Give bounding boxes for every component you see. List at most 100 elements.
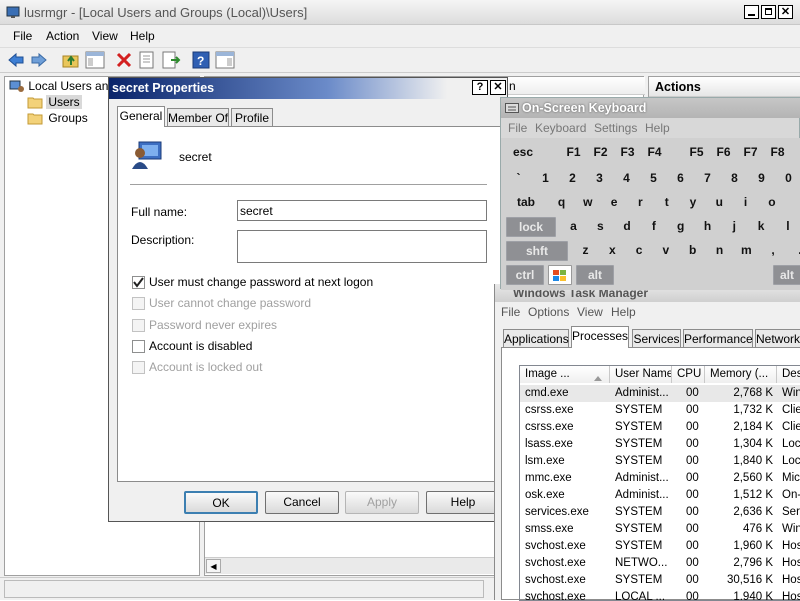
- table-row[interactable]: lsass.exe SYSTEM 00 1,304 K Loca: [520, 436, 800, 453]
- key-k[interactable]: k: [748, 217, 774, 237]
- full-name-field[interactable]: secret: [237, 200, 487, 221]
- key-n[interactable]: n: [707, 241, 732, 261]
- key-f1[interactable]: F1: [561, 143, 586, 163]
- must-change-password-label[interactable]: User must change password at next logon: [149, 275, 373, 289]
- taskmgr-menu-options[interactable]: Options: [528, 305, 569, 319]
- key-comma[interactable]: ,: [760, 241, 786, 261]
- password-never-expires-checkbox[interactable]: [132, 319, 145, 332]
- menu-file[interactable]: File: [13, 29, 32, 43]
- dialog-help-button[interactable]: ?: [472, 80, 488, 95]
- tree-item-groups[interactable]: Groups: [27, 111, 90, 125]
- key-o[interactable]: o: [759, 193, 785, 213]
- key-f7[interactable]: F7: [738, 143, 763, 163]
- osk-menu-file[interactable]: File: [508, 121, 527, 135]
- key-c[interactable]: c: [626, 241, 652, 261]
- key-alt-right[interactable]: alt: [773, 265, 800, 285]
- key-j[interactable]: j: [721, 217, 747, 237]
- up-folder-icon[interactable]: [62, 52, 80, 71]
- tab-general[interactable]: General: [117, 106, 165, 127]
- table-row[interactable]: svchost.exe SYSTEM 00 30,516 K Hos: [520, 572, 800, 589]
- dialog-close-button[interactable]: ✕: [490, 80, 506, 95]
- description-field[interactable]: [237, 230, 487, 263]
- apply-button[interactable]: Apply: [345, 491, 419, 514]
- forward-arrow-icon[interactable]: [30, 52, 48, 71]
- taskmgr-menu-help[interactable]: Help: [611, 305, 636, 319]
- osk-menu-help[interactable]: Help: [645, 121, 670, 135]
- taskmgr-menu-view[interactable]: View: [577, 305, 603, 319]
- key-r[interactable]: r: [627, 193, 653, 213]
- key-digit-5[interactable]: 5: [641, 169, 666, 189]
- key-digit-4[interactable]: 4: [614, 169, 639, 189]
- delete-icon[interactable]: [115, 52, 133, 71]
- taskmgr-tab-processes[interactable]: Processes: [571, 326, 629, 348]
- key-digit-6[interactable]: 6: [668, 169, 693, 189]
- table-row[interactable]: svchost.exe LOCAL ... 00 1,940 K Hos: [520, 589, 800, 600]
- key-digit-8[interactable]: 8: [722, 169, 747, 189]
- account-locked-out-label[interactable]: Account is locked out: [149, 360, 262, 374]
- key-tab[interactable]: tab: [506, 193, 546, 213]
- close-button[interactable]: ✕: [778, 5, 793, 19]
- cancel-button[interactable]: Cancel: [265, 491, 339, 514]
- key-shift[interactable]: shft: [506, 241, 568, 261]
- key-d[interactable]: d: [614, 217, 640, 237]
- help-icon[interactable]: ?: [192, 51, 210, 72]
- back-arrow-icon[interactable]: [7, 52, 25, 71]
- taskmgr-tab-performance[interactable]: Performance: [683, 329, 753, 348]
- taskmgr-tab-services[interactable]: Services: [632, 329, 681, 348]
- key-f8[interactable]: F8: [765, 143, 790, 163]
- account-disabled-label[interactable]: Account is disabled: [149, 339, 252, 353]
- key-s[interactable]: s: [587, 217, 613, 237]
- key-q[interactable]: q: [549, 193, 574, 213]
- key-ctrl[interactable]: ctrl: [506, 265, 544, 285]
- key-i[interactable]: i: [733, 193, 759, 213]
- key-a[interactable]: a: [561, 217, 586, 237]
- osk-menu-keyboard[interactable]: Keyboard: [535, 121, 586, 135]
- key-digit-7[interactable]: 7: [695, 169, 720, 189]
- table-row[interactable]: cmd.exe Administ... 00 2,768 K Win: [520, 385, 800, 402]
- key-h[interactable]: h: [695, 217, 720, 237]
- menu-help[interactable]: Help: [130, 29, 155, 43]
- scroll-left-icon[interactable]: ◀: [206, 559, 221, 573]
- key-caps-lock[interactable]: lock: [506, 217, 556, 237]
- key-e[interactable]: e: [601, 193, 627, 213]
- tab-profile[interactable]: Profile: [231, 108, 273, 127]
- account-locked-out-checkbox[interactable]: [132, 361, 145, 374]
- key-f3[interactable]: F3: [615, 143, 640, 163]
- export-list-icon[interactable]: [161, 51, 181, 72]
- key-digit-1[interactable]: 1: [533, 169, 558, 189]
- col-memory[interactable]: Memory (...: [705, 366, 777, 383]
- key-f2[interactable]: F2: [588, 143, 613, 163]
- key-backtick[interactable]: `: [506, 169, 531, 189]
- key-y[interactable]: y: [680, 193, 706, 213]
- tree-item-users[interactable]: Users: [27, 95, 82, 109]
- key-f5[interactable]: F5: [684, 143, 709, 163]
- key-m[interactable]: m: [733, 241, 759, 261]
- tab-member-of[interactable]: Member Of: [167, 108, 229, 127]
- table-row[interactable]: csrss.exe SYSTEM 00 1,732 K Clie: [520, 402, 800, 419]
- key-digit-0[interactable]: 0: [776, 169, 800, 189]
- table-row[interactable]: osk.exe Administ... 00 1,512 K On-: [520, 487, 800, 504]
- list-column-header[interactable]: n: [505, 77, 645, 95]
- osk-menu-settings[interactable]: Settings: [594, 121, 637, 135]
- key-f4[interactable]: F4: [642, 143, 667, 163]
- account-disabled-checkbox[interactable]: [132, 340, 145, 353]
- key-w[interactable]: w: [575, 193, 601, 213]
- key-f6[interactable]: F6: [711, 143, 736, 163]
- col-description[interactable]: Desc: [777, 366, 800, 383]
- properties-icon[interactable]: [138, 51, 156, 72]
- taskmgr-tab-applications[interactable]: Applications: [503, 329, 569, 348]
- col-user-name[interactable]: User Name: [610, 366, 672, 383]
- cannot-change-password-checkbox[interactable]: [132, 297, 145, 310]
- key-z[interactable]: z: [573, 241, 598, 261]
- password-never-expires-label[interactable]: Password never expires: [149, 318, 277, 332]
- maximize-button[interactable]: [761, 5, 776, 19]
- minimize-button[interactable]: [744, 5, 759, 19]
- table-row[interactable]: services.exe SYSTEM 00 2,636 K Serv: [520, 504, 800, 521]
- menu-view[interactable]: View: [92, 29, 118, 43]
- key-l[interactable]: l: [775, 217, 800, 237]
- table-row[interactable]: svchost.exe NETWO... 00 2,796 K Hos: [520, 555, 800, 572]
- table-row[interactable]: mmc.exe Administ... 00 2,560 K Micr: [520, 470, 800, 487]
- key-esc[interactable]: esc: [505, 143, 541, 163]
- show-hide-tree-icon[interactable]: [85, 51, 105, 72]
- key-digit-3[interactable]: 3: [587, 169, 612, 189]
